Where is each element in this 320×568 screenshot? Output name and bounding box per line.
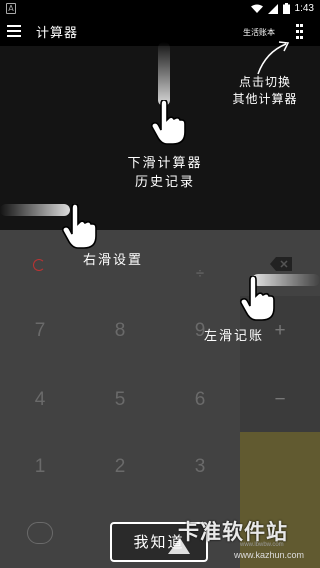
wifi-icon xyxy=(250,4,263,13)
key-4[interactable]: 4 xyxy=(10,389,70,411)
hint-swipe-right-settings: 右滑设置 xyxy=(83,253,144,268)
clock: 1:43 xyxy=(294,3,314,14)
hint-switch-calculator: 点击切换 其他计算器 xyxy=(232,75,298,106)
refresh-icon xyxy=(33,259,45,271)
status-icons: 1:43 xyxy=(250,3,314,14)
curved-arrow-icon xyxy=(257,41,290,75)
hint-swipe-down-history: 下滑计算器 历史记录 xyxy=(127,156,203,190)
key-7[interactable]: 7 xyxy=(10,320,70,342)
hand-pointer-icon xyxy=(239,276,275,321)
key-minus[interactable]: − xyxy=(250,389,310,411)
key-8[interactable]: 8 xyxy=(90,320,150,342)
key-2[interactable]: 2 xyxy=(90,456,150,478)
switch-calculator-icon[interactable] xyxy=(292,22,306,44)
page-title: 计算器 xyxy=(36,26,79,41)
backspace-icon[interactable] xyxy=(270,257,292,271)
key-5[interactable]: 5 xyxy=(90,389,150,411)
signal-icon xyxy=(267,3,278,14)
swipe-down-trail xyxy=(158,42,170,106)
notification-a-icon: A xyxy=(6,3,16,14)
hand-pointer-icon xyxy=(150,100,186,145)
sign-toggle-key[interactable] xyxy=(27,522,53,544)
key-1[interactable]: 1 xyxy=(10,456,70,478)
key-divide[interactable]: ÷ xyxy=(170,265,230,282)
menu-icon[interactable] xyxy=(7,25,21,37)
hand-pointer-icon xyxy=(61,204,97,249)
key-6[interactable]: 6 xyxy=(170,389,230,411)
watermark-url: www.kazhun.com xyxy=(234,550,305,560)
key-3[interactable]: 3 xyxy=(170,456,230,478)
watermark-sub: www.lbwbw.com xyxy=(240,542,284,548)
status-bar: A 1:43 xyxy=(0,0,320,18)
battery-icon xyxy=(282,3,290,14)
hint-swipe-left-bookkeeping: 左滑记账 xyxy=(204,329,265,344)
watermark: 卡准软件站 www.lbwbw.com www.kazhun.com xyxy=(168,516,320,568)
